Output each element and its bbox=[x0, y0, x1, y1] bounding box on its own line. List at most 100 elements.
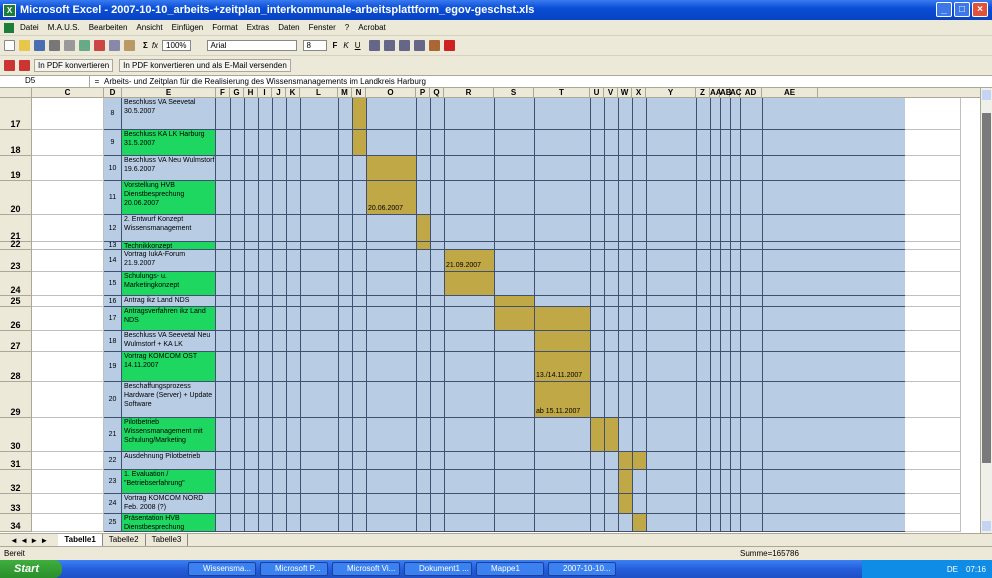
task-name[interactable]: Beschluss VA Seevetal Neu Wulmstorf + KA… bbox=[122, 331, 216, 352]
cell[interactable] bbox=[32, 156, 104, 181]
row-header[interactable]: 28 bbox=[0, 352, 32, 382]
cell[interactable] bbox=[32, 352, 104, 382]
cell[interactable] bbox=[905, 418, 961, 452]
row-header[interactable]: 23 bbox=[0, 250, 32, 272]
gantt-area[interactable] bbox=[216, 470, 905, 494]
gantt-bar[interactable] bbox=[416, 242, 430, 249]
task-name[interactable]: Beschaffungsprozess Hardware (Server) + … bbox=[122, 382, 216, 418]
taskbar-item[interactable]: 2007-10-10... bbox=[548, 562, 616, 576]
cell[interactable] bbox=[905, 494, 961, 514]
formula-input[interactable]: Arbeits- und Zeitplan für die Realisieru… bbox=[104, 77, 426, 86]
tab-tabelle3[interactable]: Tabelle3 bbox=[146, 534, 189, 546]
menu-ansicht[interactable]: Ansicht bbox=[136, 23, 162, 32]
cell[interactable] bbox=[905, 514, 961, 532]
acrobat-mail-icon[interactable] bbox=[19, 60, 30, 71]
task-number[interactable]: 22 bbox=[104, 452, 122, 470]
task-number[interactable]: 25 bbox=[104, 514, 122, 532]
gantt-bar[interactable] bbox=[632, 514, 646, 531]
cell[interactable] bbox=[32, 470, 104, 494]
task-name[interactable]: Beschluss VA Seevetal 30.5.2007 bbox=[122, 98, 216, 130]
cell[interactable] bbox=[32, 494, 104, 514]
col-header-ae[interactable]: AE bbox=[762, 88, 818, 98]
col-header-u[interactable]: U bbox=[590, 88, 604, 98]
row-header[interactable]: 32 bbox=[0, 470, 32, 494]
col-header-y[interactable]: Y bbox=[646, 88, 696, 98]
start-button[interactable]: Start bbox=[0, 560, 62, 578]
cell[interactable] bbox=[32, 181, 104, 215]
task-name[interactable]: Technikkonzept bbox=[122, 242, 216, 250]
task-number[interactable]: 23 bbox=[104, 470, 122, 494]
task-name[interactable]: Beschluss KA LK Harburg 31.5.2007 bbox=[122, 130, 216, 156]
gantt-area[interactable] bbox=[216, 494, 905, 514]
task-name[interactable]: Vortrag KOMCOM OST 14.11.2007 bbox=[122, 352, 216, 382]
col-header-p[interactable]: P bbox=[416, 88, 430, 98]
menu-extras[interactable]: Extras bbox=[247, 23, 270, 32]
currency-icon[interactable] bbox=[428, 40, 440, 51]
gantt-bar[interactable] bbox=[366, 156, 416, 180]
scroll-thumb[interactable] bbox=[982, 113, 991, 463]
cell[interactable] bbox=[32, 215, 104, 242]
gantt-area[interactable] bbox=[216, 156, 905, 181]
task-number[interactable]: 10 bbox=[104, 156, 122, 181]
col-header-ac[interactable]: AC bbox=[730, 88, 742, 98]
scroll-up-icon[interactable] bbox=[982, 90, 991, 100]
cell[interactable] bbox=[905, 181, 961, 215]
gantt-bar[interactable] bbox=[618, 470, 632, 493]
cell[interactable] bbox=[905, 470, 961, 494]
cell[interactable] bbox=[32, 331, 104, 352]
pdf-mail-button[interactable]: In PDF konvertieren und als E-Mail verse… bbox=[119, 59, 291, 72]
new-icon[interactable] bbox=[4, 40, 15, 51]
col-header-c[interactable]: C bbox=[32, 88, 104, 98]
underline-icon[interactable]: U bbox=[355, 41, 361, 50]
sheet-grid[interactable]: 17 8 Beschluss VA Seevetal 30.5.2007 18 … bbox=[0, 98, 980, 533]
row-header[interactable]: 26 bbox=[0, 307, 32, 331]
task-name[interactable]: 1. Evaluation / "Betriebserfahrung" bbox=[122, 470, 216, 494]
row-header[interactable]: 25 bbox=[0, 296, 32, 307]
cell[interactable] bbox=[32, 307, 104, 331]
task-number[interactable]: 12 bbox=[104, 215, 122, 242]
row-header[interactable]: 21 bbox=[0, 215, 32, 242]
gantt-bar[interactable] bbox=[444, 272, 494, 295]
row-header[interactable]: 29 bbox=[0, 382, 32, 418]
task-name[interactable]: Beschluss VA Neu Wulmstorf 19.6.2007 bbox=[122, 156, 216, 181]
task-number[interactable]: 13 bbox=[104, 242, 122, 250]
gantt-bar[interactable] bbox=[494, 296, 534, 306]
cell[interactable] bbox=[905, 250, 961, 272]
cell[interactable] bbox=[905, 215, 961, 242]
vertical-scrollbar[interactable] bbox=[980, 88, 992, 533]
col-header-g[interactable]: G bbox=[230, 88, 244, 98]
cell[interactable] bbox=[32, 296, 104, 307]
language-indicator[interactable]: DE bbox=[947, 565, 958, 574]
col-header-r[interactable]: R bbox=[444, 88, 494, 98]
gantt-bar[interactable] bbox=[494, 307, 590, 330]
task-name[interactable]: 2. Entwurf Konzept Wissensmanagement bbox=[122, 215, 216, 242]
task-name[interactable]: Ausdehnung Pilotbetrieb bbox=[122, 452, 216, 470]
menu-format[interactable]: Format bbox=[212, 23, 237, 32]
task-name[interactable]: Vorstellung HVB Dienstbesprechung 20.06.… bbox=[122, 181, 216, 215]
menu-?[interactable]: ? bbox=[345, 23, 349, 32]
col-header-o[interactable]: O bbox=[366, 88, 416, 98]
merge-icon[interactable] bbox=[413, 40, 425, 51]
task-number[interactable]: 8 bbox=[104, 98, 122, 130]
italic-icon[interactable]: K bbox=[343, 41, 348, 50]
cell[interactable] bbox=[32, 242, 104, 250]
task-number[interactable]: 19 bbox=[104, 352, 122, 382]
row-header[interactable]: 18 bbox=[0, 130, 32, 156]
task-number[interactable]: 24 bbox=[104, 494, 122, 514]
acrobat-icon[interactable] bbox=[4, 60, 15, 71]
row-header[interactable]: 22 bbox=[0, 239, 32, 250]
task-number[interactable]: 11 bbox=[104, 181, 122, 215]
gantt-area[interactable]: 21.09.2007 bbox=[216, 250, 905, 272]
cell[interactable] bbox=[32, 250, 104, 272]
gantt-area[interactable] bbox=[216, 242, 905, 250]
task-name[interactable]: Präsentation HVB Dienstbesprechung bbox=[122, 514, 216, 532]
col-header-k[interactable]: K bbox=[286, 88, 300, 98]
print-icon[interactable] bbox=[49, 40, 60, 51]
gantt-area[interactable]: 13./14.11.2007 bbox=[216, 352, 905, 382]
task-number[interactable]: 17 bbox=[104, 307, 122, 331]
cell[interactable] bbox=[905, 130, 961, 156]
col-header-h[interactable]: H bbox=[244, 88, 258, 98]
gantt-area[interactable] bbox=[216, 296, 905, 307]
col-header-s[interactable]: S bbox=[494, 88, 534, 98]
gantt-bar[interactable]: 13./14.11.2007 bbox=[534, 352, 590, 381]
